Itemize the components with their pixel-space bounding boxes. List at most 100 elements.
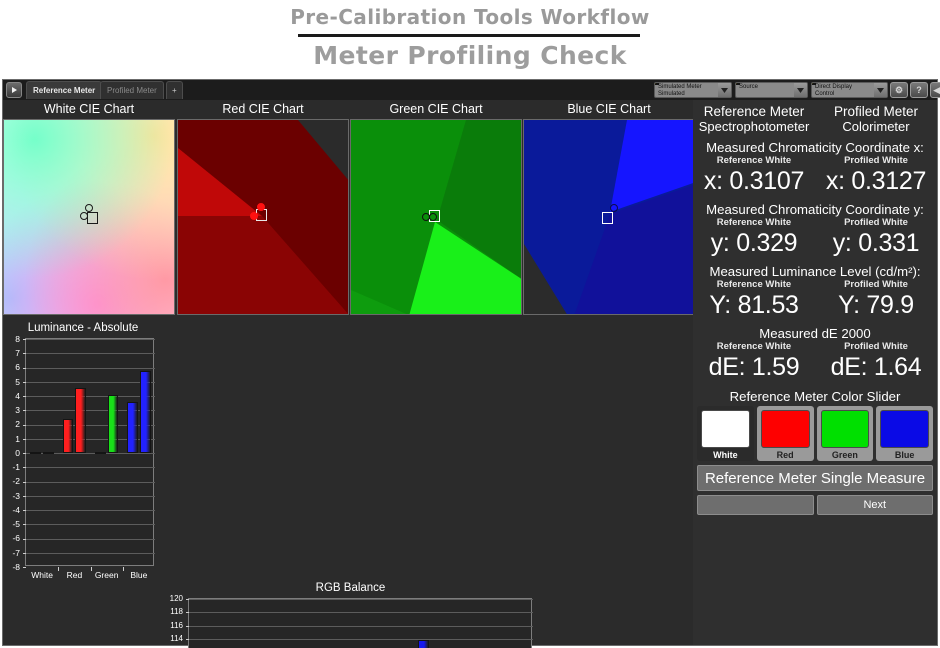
blue-reference-marker [610, 204, 618, 212]
gridline [26, 510, 155, 511]
y-axis-tick: 1 [15, 433, 20, 444]
gridline [189, 599, 533, 600]
x-axis-tick: White [31, 570, 53, 580]
y-axis-tick: -6 [12, 533, 20, 544]
de2000-ref-label: Reference White [716, 341, 792, 352]
white-cie-chart-title: White CIE Chart [43, 102, 135, 116]
back-button[interactable] [697, 495, 814, 515]
de2000-ref-value: dE: 1.59 [708, 353, 800, 381]
chromaticity-x-prof-label: Profiled White [844, 155, 908, 166]
gridline [26, 381, 155, 383]
y-axis-tick: 4 [15, 390, 20, 401]
y-axis-tick: 116 [170, 620, 183, 630]
luminance-prof-value: Y: 79.9 [838, 291, 914, 319]
chevron-down-icon[interactable] [718, 83, 731, 97]
chevron-down-icon[interactable] [794, 83, 807, 97]
y-axis-tick: -4 [12, 504, 20, 515]
luminance-ref-label: Reference White [716, 279, 792, 290]
tab-add[interactable]: + [166, 81, 183, 99]
swatch-blue-box[interactable] [880, 410, 929, 448]
title-banner: Pre-Calibration Tools Workflow Meter Pro… [0, 0, 940, 80]
chart-bar [94, 452, 106, 455]
chromaticity-y-prof-label: Profiled White [844, 217, 908, 228]
swatch-blue-label: Blue [894, 450, 915, 460]
direct-display-control-dropdown[interactable]: Direct Display Control [811, 82, 888, 98]
swatch-white-box[interactable] [701, 410, 750, 448]
combo-accent-bar [655, 83, 659, 85]
blue-cie-chart-title: Blue CIE Chart [567, 102, 651, 116]
green-cie-plot[interactable] [350, 119, 522, 315]
rgb-balance-chart: RGB Balance 1201181161141121101081061041… [164, 580, 537, 648]
luminance-prof-label: Profiled White [844, 279, 908, 290]
x-tick-mark [58, 567, 60, 571]
gridline [26, 396, 155, 397]
tab-reference-meter[interactable]: Reference Meter [26, 81, 103, 99]
y-tick-mark [23, 495, 26, 497]
y-axis-tick: -7 [12, 547, 20, 558]
swatch-green-box[interactable] [820, 410, 870, 448]
de2000-prof-label: Profiled White [844, 341, 908, 352]
y-axis-tick: 8 [15, 333, 20, 344]
x-tick-mark [122, 567, 124, 571]
swatch-red-box[interactable] [760, 410, 810, 448]
white-cie-plot[interactable] [3, 119, 175, 315]
reference-meter-type: Spectrophotometer [698, 119, 810, 134]
gridline [26, 481, 155, 483]
swatch-red[interactable]: Red [756, 406, 814, 461]
swatch-white[interactable]: White [697, 406, 754, 461]
gridline [26, 524, 155, 526]
red-cie-plot[interactable] [177, 119, 349, 315]
workflow-title: Pre-Calibration Tools Workflow [290, 5, 650, 29]
chart-bar [30, 452, 42, 455]
y-tick-mark [23, 524, 26, 526]
gridline [26, 495, 155, 497]
profiled-meter-heading: Profiled Meter [833, 104, 919, 119]
next-button[interactable]: Next [816, 495, 933, 515]
y-axis-tick: -8 [12, 561, 20, 572]
white-reference-marker-2 [85, 204, 93, 212]
luminance-chart-title: Luminance - Absolute [27, 322, 139, 334]
y-tick-mark [23, 438, 26, 440]
chevron-down-icon[interactable] [874, 83, 887, 97]
y-axis-tick: -5 [12, 519, 20, 529]
y-axis-tick: 120 [169, 594, 183, 603]
red-cie-chart[interactable]: Red CIE Chart [177, 100, 349, 320]
green-cie-chart[interactable]: Green CIE Chart [350, 100, 522, 320]
swatch-blue[interactable]: Blue [876, 406, 933, 461]
blue-cie-chart[interactable]: Blue CIE Chart [523, 100, 699, 320]
swatch-green-label: Green [831, 450, 858, 460]
luminance-absolute-chart-plot-area: 8 7 6 5 4 3 2 1 0 -1 -2 -3 -4 -5 -6 -7 -8 White Red Green Bl… [12, 334, 155, 580]
banner-divider [298, 34, 640, 37]
play-arrow-icon[interactable] [6, 82, 22, 98]
tab-profiled-meter[interactable]: Profiled Meter [100, 81, 164, 99]
profiled-meter-type: Colorimeter [842, 119, 910, 134]
chart-bar [62, 418, 74, 453]
color-slider-swatches: White Red Green Blue [693, 404, 937, 461]
y-axis-tick: 3 [15, 405, 20, 415]
settings-icon[interactable]: ⚙ [890, 82, 908, 98]
y-axis-tick: 114 [170, 633, 183, 643]
y-axis-tick: -2 [12, 476, 20, 487]
blue-profiled-marker [602, 212, 613, 224]
y-tick-mark [23, 510, 26, 511]
y-tick-mark [23, 552, 26, 554]
single-measure-button[interactable]: Reference Meter Single Measure [697, 465, 933, 491]
y-tick-mark [186, 625, 189, 627]
page-title: Meter Profiling Check [313, 41, 627, 70]
direct-display-control-label: Direct Display Control [815, 84, 853, 98]
previous-icon[interactable]: ◀ [930, 82, 940, 98]
swatch-green[interactable]: Green [816, 406, 874, 461]
reference-meter-heading: Reference Meter [703, 104, 805, 119]
green-reference-marker-2 [429, 213, 437, 221]
blue-cie-plot[interactable] [523, 119, 695, 315]
white-reference-marker [80, 212, 88, 220]
source-dropdown[interactable]: Source [735, 82, 808, 98]
y-axis-tick: 7 [15, 348, 20, 358]
y-tick-mark [23, 467, 26, 469]
help-icon[interactable]: ? [910, 82, 928, 98]
measurements-panel: Reference Meter Profiled Meter Spectroph… [693, 100, 937, 645]
gridline [189, 612, 533, 614]
white-cie-chart[interactable]: White CIE Chart [3, 100, 175, 320]
simulated-meter-dropdown[interactable]: Simulated Meter Simulated [654, 82, 732, 98]
chromaticity-x-heading: Measured Chromaticity Coordinate x: [706, 140, 924, 155]
